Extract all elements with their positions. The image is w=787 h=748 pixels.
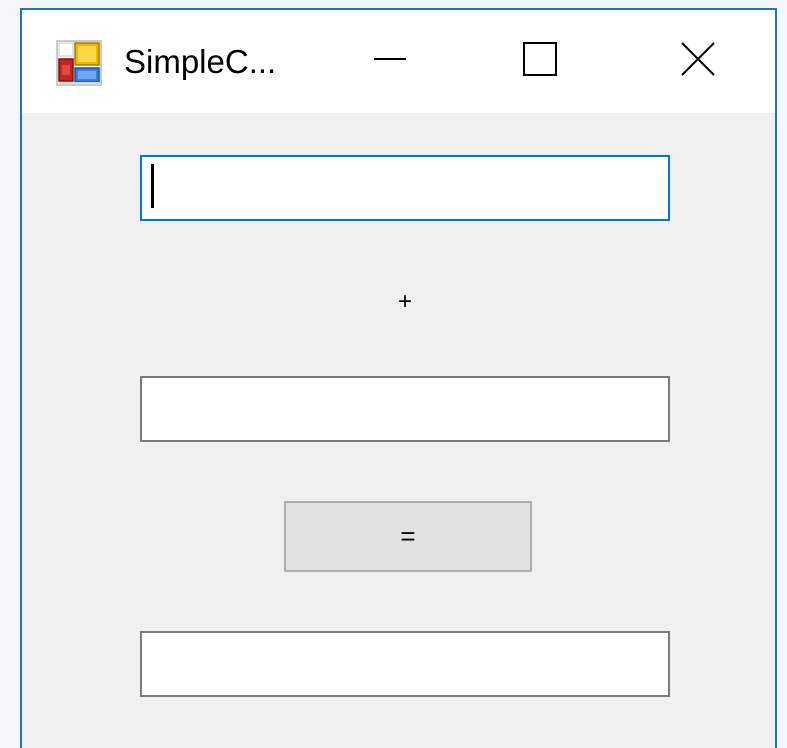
text-caret xyxy=(151,164,154,208)
result-output[interactable] xyxy=(140,631,670,697)
second-operand-input[interactable] xyxy=(140,376,670,442)
title-bar[interactable]: SimpleC... xyxy=(22,10,775,113)
close-button[interactable] xyxy=(638,10,758,113)
operator-label: + xyxy=(397,288,412,315)
app-window: SimpleC... + = xyxy=(20,8,777,748)
minimize-button[interactable] xyxy=(330,10,450,113)
maximize-icon xyxy=(520,39,560,84)
window-title: SimpleC... xyxy=(124,43,277,80)
maximize-button[interactable] xyxy=(480,10,600,113)
equals-button[interactable]: = xyxy=(284,501,532,572)
minimize-icon xyxy=(370,39,410,84)
equals-button-label: = xyxy=(400,521,416,551)
app-icon xyxy=(56,40,102,86)
close-icon xyxy=(678,39,718,84)
first-operand-input[interactable] xyxy=(140,155,670,221)
